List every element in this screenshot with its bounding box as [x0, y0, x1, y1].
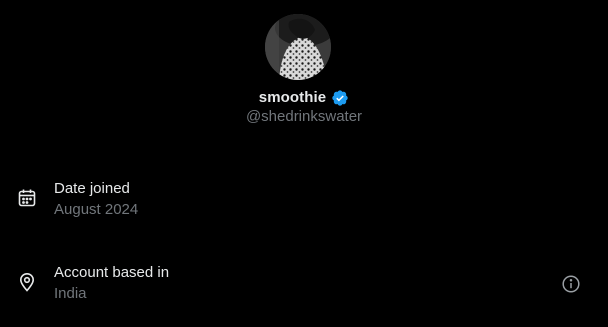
user-handle: @shedrinkswater [245, 108, 363, 125]
date-joined-value: August 2024 [54, 201, 139, 218]
calendar-icon [17, 188, 37, 208]
date-joined-label: Date joined [54, 180, 130, 197]
account-location-value: India [54, 285, 87, 302]
avatar[interactable] [265, 14, 331, 80]
location-pin-icon [17, 272, 37, 292]
account-location-row: Account based in India [0, 262, 608, 312]
account-location-label: Account based in [54, 264, 170, 281]
date-joined-row: Date joined August 2024 [0, 178, 608, 228]
profile-header: smoothie @shedrinkswater [0, 0, 608, 135]
name-row: smoothie [0, 86, 608, 108]
display-name: smoothie [258, 88, 327, 106]
info-icon[interactable] [561, 274, 581, 294]
verified-badge-icon[interactable] [331, 89, 349, 107]
